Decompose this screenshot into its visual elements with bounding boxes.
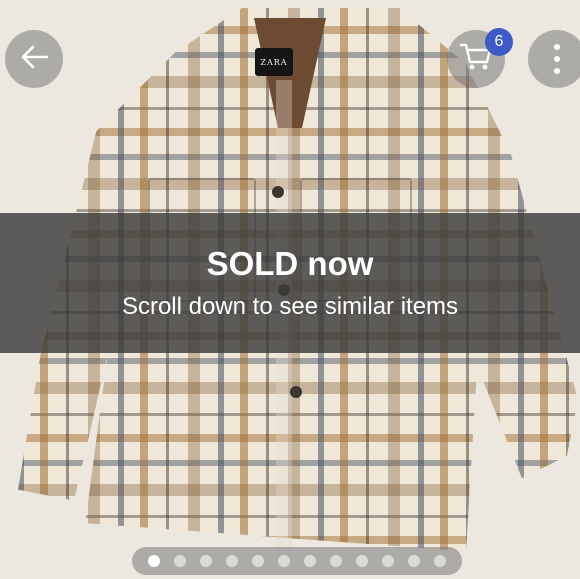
pager-dot[interactable] [330, 555, 342, 567]
cart-count-badge: 6 [485, 28, 513, 56]
pager-dot[interactable] [382, 555, 394, 567]
listing-screen: ZARA 6 SOLD now Scroll down to see simil… [0, 0, 580, 579]
sold-overlay: SOLD now Scroll down to see similar item… [0, 213, 580, 353]
cart-button[interactable]: 6 [447, 28, 513, 88]
pager-dot[interactable] [408, 555, 420, 567]
jacket-button [272, 186, 284, 198]
more-vertical-icon [554, 44, 560, 74]
pager-dot[interactable] [174, 555, 186, 567]
jacket-button [290, 386, 302, 398]
pager-dot[interactable] [304, 555, 316, 567]
pager-dot[interactable] [252, 555, 264, 567]
pager-dot[interactable] [356, 555, 368, 567]
sold-subtitle: Scroll down to see similar items [121, 293, 459, 320]
pager-dot[interactable] [278, 555, 290, 567]
arrow-left-icon [19, 45, 49, 73]
pager-dot[interactable] [200, 555, 212, 567]
image-pager[interactable] [132, 547, 462, 575]
more-options-button[interactable] [528, 30, 580, 88]
brand-label: ZARA [255, 48, 293, 76]
sold-title: SOLD now [206, 245, 374, 282]
pager-dot[interactable] [434, 555, 446, 567]
back-button[interactable] [5, 30, 63, 88]
pager-dot[interactable] [148, 555, 160, 567]
pager-dot[interactable] [226, 555, 238, 567]
